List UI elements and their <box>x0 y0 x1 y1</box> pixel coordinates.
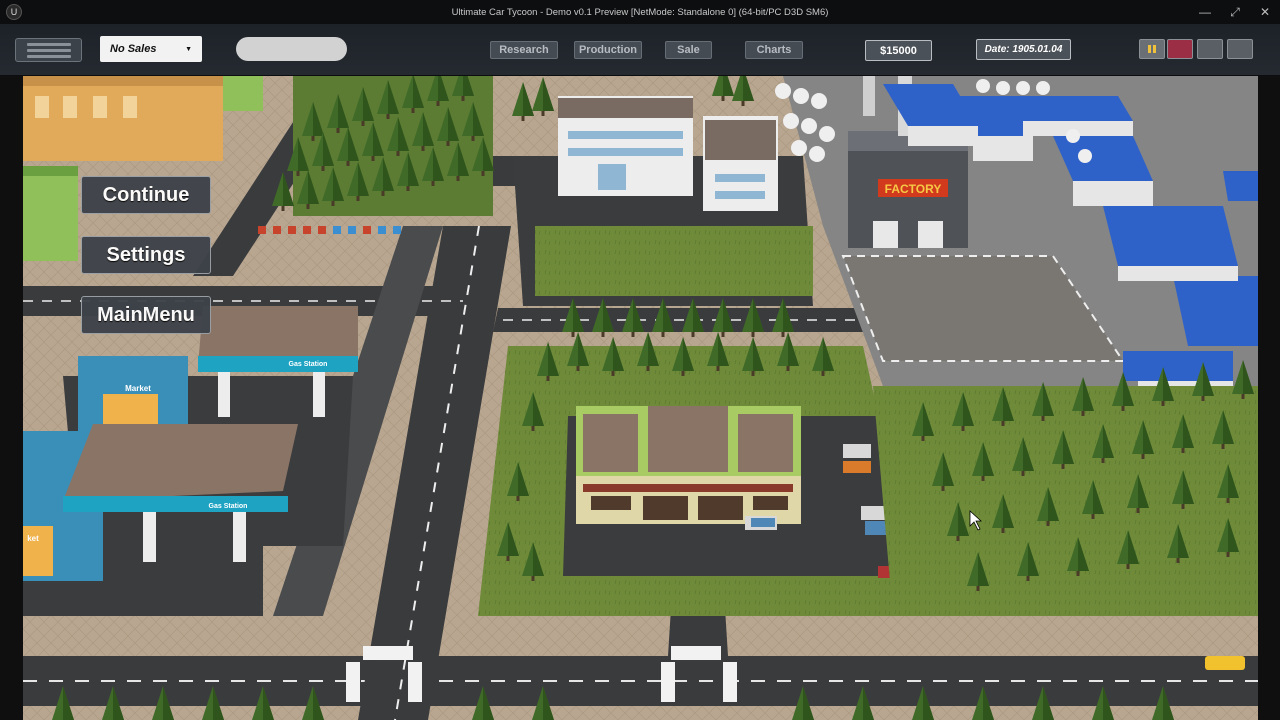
window-title: Ultimate Car Tycoon - Demo v0.1 Preview … <box>451 6 829 18</box>
factory-sign: FACTORY <box>885 182 942 196</box>
tab-sale[interactable]: Sale <box>665 41 712 59</box>
pause-button[interactable] <box>1139 39 1165 59</box>
continue-button[interactable]: Continue <box>81 176 211 214</box>
market-label-2: ket <box>27 534 39 543</box>
speed-button-3[interactable] <box>1227 39 1253 59</box>
window-titlebar: U Ultimate Car Tycoon - Demo v0.1 Previe… <box>0 0 1280 24</box>
close-icon[interactable]: ✕ <box>1250 0 1280 24</box>
date-display: Date: 1905.01.04 <box>976 39 1071 60</box>
pause-icon <box>1148 45 1151 53</box>
tab-charts[interactable]: Charts <box>745 41 803 59</box>
game-viewport[interactable]: FACTORY Market Gas Station ket Gas Stati… <box>0 76 1280 720</box>
window-controls: — ⤢ ✕ <box>1190 0 1280 24</box>
unreal-engine-icon: U <box>6 4 22 20</box>
tab-production[interactable]: Production <box>574 41 642 59</box>
city-scene: FACTORY Market Gas Station ket Gas Stati… <box>23 76 1258 720</box>
minimize-icon[interactable]: — <box>1190 0 1220 24</box>
main-menu-button[interactable]: MainMenu <box>81 296 211 334</box>
speed-button-2[interactable] <box>1197 39 1223 59</box>
top-hud-bar: No Sales ▼ Research Production Sale Char… <box>0 24 1280 76</box>
gas-station-label-1: Gas Station <box>289 361 328 368</box>
settings-button[interactable]: Settings <box>81 236 211 274</box>
speed-button-red[interactable] <box>1167 39 1193 59</box>
hamburger-icon <box>26 42 71 46</box>
gas-station-label-2: Gas Station <box>209 503 248 510</box>
market-label-1: Market <box>125 384 151 393</box>
name-input[interactable] <box>236 37 347 61</box>
money-display: $15000 <box>865 40 932 61</box>
sales-dropdown-value: No Sales <box>110 43 157 55</box>
sales-dropdown[interactable]: No Sales ▼ <box>100 36 202 62</box>
hamburger-menu-button[interactable] <box>15 38 82 62</box>
chevron-down-icon: ▼ <box>185 45 192 53</box>
tab-research[interactable]: Research <box>490 41 558 59</box>
city-scene-render: FACTORY Market Gas Station ket Gas Stati… <box>23 76 1258 720</box>
restore-icon[interactable]: ⤢ <box>1220 0 1250 24</box>
